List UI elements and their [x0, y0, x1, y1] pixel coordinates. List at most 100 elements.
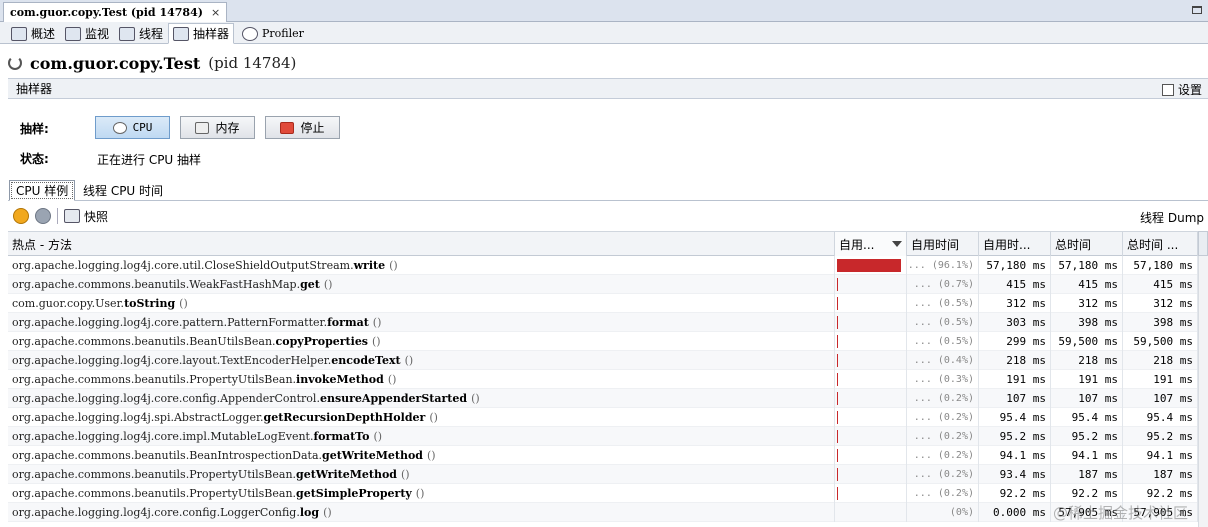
- column-header-total-time[interactable]: 总时间: [1051, 232, 1123, 256]
- stop-button-label: 停止: [300, 121, 325, 135]
- settings-toggle[interactable]: 设置: [1161, 81, 1202, 98]
- method-name: write: [353, 259, 386, 272]
- memory-sample-button[interactable]: 内存: [180, 116, 255, 139]
- section-title: 抽样器: [16, 82, 53, 96]
- self-time-percent: ... (96.1%): [907, 256, 979, 275]
- method-cell: org.apache.logging.log4j.core.config.App…: [8, 389, 835, 408]
- table-row[interactable]: org.apache.logging.log4j.spi.AbstractLog…: [8, 408, 1198, 427]
- table-header: 热点 - 方法 自用... 自用时间 自用时... 总时间 总时间 ...: [8, 231, 1198, 256]
- tab-overview-label: 概述: [31, 27, 56, 41]
- method-name: copyProperties: [275, 335, 369, 348]
- table-row[interactable]: org.apache.logging.log4j.core.layout.Tex…: [8, 351, 1198, 370]
- self-time-bar-track: [837, 316, 904, 329]
- table-row[interactable]: org.apache.logging.log4j.core.pattern.Pa…: [8, 313, 1198, 332]
- tab-threads-label: 线程: [139, 27, 164, 41]
- tab-overview[interactable]: 概述: [6, 23, 60, 44]
- tab-thread-cpu-time-label: 线程 CPU 时间: [83, 184, 164, 198]
- table-row[interactable]: org.apache.commons.beanutils.WeakFastHas…: [8, 275, 1198, 294]
- settings-checkbox[interactable]: [1161, 83, 1174, 96]
- tab-monitor[interactable]: 监视: [60, 23, 114, 44]
- method-cell: org.apache.commons.beanutils.WeakFastHas…: [8, 275, 835, 294]
- self-time-bar-cell: [835, 446, 907, 465]
- monitor-icon: [65, 26, 81, 41]
- table-row[interactable]: org.apache.logging.log4j.core.config.Log…: [8, 503, 1198, 522]
- tab-thread-cpu-time[interactable]: 线程 CPU 时间: [76, 180, 170, 201]
- page-title: com.guor.copy.Test (pid 14784): [8, 52, 296, 74]
- method-class: org.apache.commons.beanutils.BeanUtilsBe…: [12, 335, 276, 348]
- app-name: com.guor.copy.Test: [30, 53, 201, 73]
- self-time-percent: ... (0.2%): [907, 408, 979, 427]
- self-time-bar-cell: [835, 332, 907, 351]
- total-time-value: 218 ms: [1051, 351, 1123, 370]
- snapshot-button-label[interactable]: 快照: [84, 208, 108, 225]
- self-time-bar-cell: [835, 427, 907, 446]
- total-time-value: 312 ms: [1051, 294, 1123, 313]
- table-row[interactable]: org.apache.commons.beanutils.BeanIntrosp…: [8, 446, 1198, 465]
- threads-icon: [119, 26, 135, 41]
- thread-dump-button[interactable]: 线程 Dump: [1140, 209, 1204, 226]
- self-time-bar-track: [837, 468, 904, 481]
- tab-profiler[interactable]: Profiler: [237, 23, 309, 44]
- maximize-icon[interactable]: [1192, 6, 1202, 14]
- cpu-sample-button[interactable]: CPU: [95, 116, 170, 139]
- self-time-bar-cell: [835, 294, 907, 313]
- method-args: (): [427, 449, 436, 462]
- self-time-value: 312 ms: [979, 294, 1051, 313]
- watermark: @稀土掘金技术社区: [1052, 504, 1188, 522]
- self-time-value: 94.1 ms: [979, 446, 1051, 465]
- method-class: org.apache.logging.log4j.core.config.Log…: [12, 506, 300, 519]
- method-cell: org.apache.logging.log4j.core.impl.Mutab…: [8, 427, 835, 446]
- self-time-value: 95.2 ms: [979, 427, 1051, 446]
- stop-button[interactable]: 停止: [265, 116, 340, 139]
- total-cpu-value: 95.4 ms: [1123, 408, 1198, 427]
- document-tab[interactable]: com.guor.copy.Test (pid 14784) ×: [3, 2, 228, 22]
- table-row[interactable]: org.apache.logging.log4j.core.config.App…: [8, 389, 1198, 408]
- method-name: format: [327, 316, 369, 329]
- tab-threads[interactable]: 线程: [114, 23, 168, 44]
- table-body: org.apache.logging.log4j.core.util.Close…: [8, 256, 1198, 522]
- method-class: org.apache.logging.log4j.core.pattern.Pa…: [12, 316, 328, 329]
- self-time-bar-track: [837, 259, 904, 272]
- table-row[interactable]: com.guor.copy.User. toString() ... (0.5%)…: [8, 294, 1198, 313]
- total-time-value: 415 ms: [1051, 275, 1123, 294]
- self-time-percent: ... (0.7%): [907, 275, 979, 294]
- self-time-bar-track: [837, 411, 904, 424]
- total-time-value: 95.4 ms: [1051, 408, 1123, 427]
- table-row[interactable]: org.apache.commons.beanutils.PropertyUti…: [8, 370, 1198, 389]
- self-time-bar-track: [837, 354, 904, 367]
- self-time-percent: ... (0.4%): [907, 351, 979, 370]
- total-time-value: 191 ms: [1051, 370, 1123, 389]
- tab-cpu-samples[interactable]: CPU 样例: [9, 180, 76, 201]
- table-row[interactable]: org.apache.commons.beanutils.PropertyUti…: [8, 465, 1198, 484]
- method-class: com.guor.copy.User.: [12, 297, 125, 310]
- table-row[interactable]: org.apache.commons.beanutils.BeanUtilsBe…: [8, 332, 1198, 351]
- total-time-value: 57,180 ms: [1051, 256, 1123, 275]
- column-header-total-cpu[interactable]: 总时间 ...: [1123, 232, 1198, 256]
- column-header-self-cpu[interactable]: 自用时...: [979, 232, 1051, 256]
- refresh-icon[interactable]: [35, 208, 51, 224]
- column-header-method[interactable]: 热点 - 方法: [8, 232, 835, 256]
- status-text: 正在进行 CPU 抽样: [97, 153, 202, 167]
- self-time-value: 93.4 ms: [979, 465, 1051, 484]
- close-icon[interactable]: ×: [211, 6, 220, 19]
- table-row[interactable]: org.apache.logging.log4j.core.impl.Mutab…: [8, 427, 1198, 446]
- pause-icon[interactable]: [13, 208, 29, 224]
- table-row[interactable]: org.apache.logging.log4j.core.util.Close…: [8, 256, 1198, 275]
- sampler-section-header: 抽样器 设置: [8, 78, 1208, 99]
- status-label: 状态:: [20, 152, 49, 166]
- self-time-percent: ... (0.2%): [907, 389, 979, 408]
- column-header-self-time[interactable]: 自用时间: [907, 232, 979, 256]
- method-name: get: [300, 278, 320, 291]
- self-time-percent: ... (0.2%): [907, 427, 979, 446]
- self-time-percent: ... (0.2%): [907, 446, 979, 465]
- method-class: org.apache.commons.beanutils.PropertyUti…: [12, 468, 297, 481]
- vertical-scrollbar[interactable]: [1198, 256, 1208, 527]
- tab-sampler[interactable]: 抽样器: [168, 23, 235, 44]
- table-row[interactable]: org.apache.commons.beanutils.PropertyUti…: [8, 484, 1198, 503]
- method-args: (): [471, 392, 480, 405]
- self-time-bar-cell: [835, 484, 907, 503]
- self-time-bar-track: [837, 297, 904, 310]
- column-selector-icon[interactable]: [1198, 231, 1208, 256]
- snapshot-icon[interactable]: [64, 209, 80, 223]
- column-header-self-bar[interactable]: 自用...: [835, 232, 907, 256]
